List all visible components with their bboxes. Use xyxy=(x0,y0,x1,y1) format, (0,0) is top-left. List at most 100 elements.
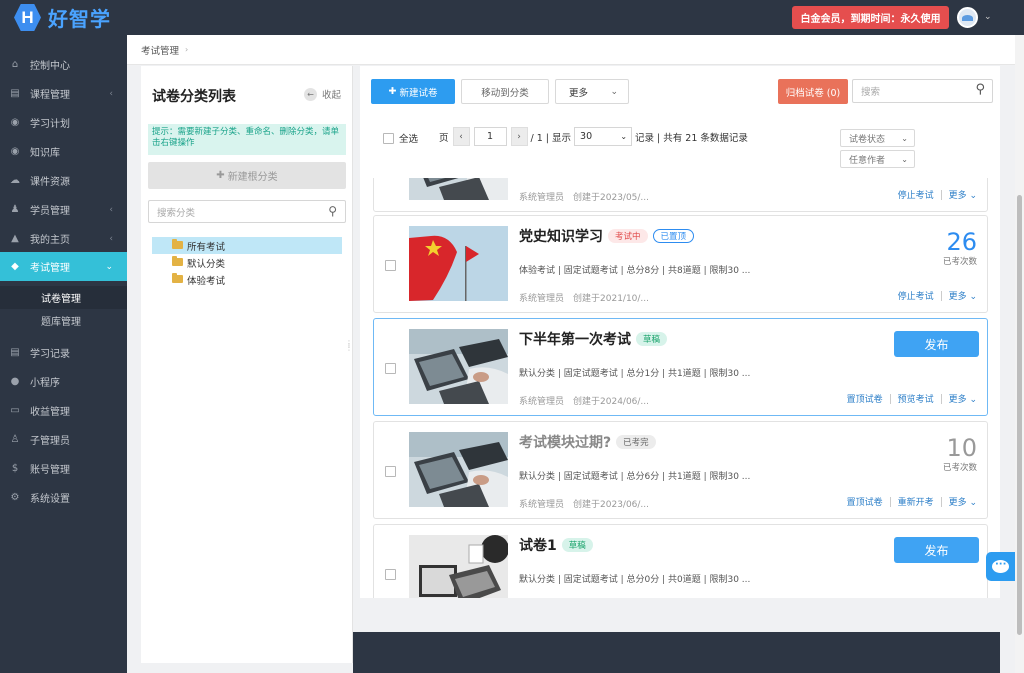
action-divider xyxy=(940,496,942,507)
sidebar-subitem-0[interactable]: 试卷管理 xyxy=(0,286,127,309)
exam-card-checkbox[interactable] xyxy=(385,569,396,580)
exam-action-link[interactable]: 预览考试 xyxy=(898,392,934,405)
exam-action-link[interactable]: 置顶试卷 xyxy=(847,495,883,508)
more-actions-link[interactable]: 更多 ⌄ xyxy=(949,289,977,302)
prev-page-button[interactable]: ‹ xyxy=(452,127,470,146)
exam-title[interactable]: 下半年第一次考试 xyxy=(519,329,631,349)
sidebar-item-6[interactable]: ▲ 我的主页 ‹ xyxy=(0,224,127,253)
exam-action-link[interactable]: 置顶试卷 xyxy=(847,392,883,405)
sidebar-item-13[interactable]: ⚙ 系统设置 xyxy=(0,483,127,512)
action-divider xyxy=(940,393,942,404)
exam-thumbnail[interactable] xyxy=(409,329,508,404)
sidebar-item-1[interactable]: ▤ 课程管理 ‹ xyxy=(0,79,127,108)
exam-thumbnail[interactable] xyxy=(409,432,508,507)
breadcrumb-current[interactable]: 考试管理 xyxy=(141,43,179,57)
exam-title[interactable]: 试卷1 xyxy=(519,535,557,555)
tree-node-default[interactable]: 默认分类 xyxy=(152,254,342,271)
new-root-category-label: 新建根分类 xyxy=(227,172,278,183)
exam-thumbnail[interactable] xyxy=(409,178,508,200)
chat-button[interactable] xyxy=(986,552,1015,581)
page-input[interactable]: 1 xyxy=(473,127,507,146)
select-all[interactable]: 全选 xyxy=(383,131,418,145)
breadcrumb: 考试管理 › xyxy=(127,35,1015,65)
sidebar-item-label: 子管理员 xyxy=(30,436,70,447)
exam-thumbnail[interactable] xyxy=(409,226,508,301)
exam-action-link[interactable]: 停止考试 xyxy=(898,188,934,201)
sidebar-item-2[interactable]: ◉ 学习计划 xyxy=(0,108,127,137)
avatar[interactable] xyxy=(957,7,978,28)
sidebar-item-11[interactable]: ♙ 子管理员 xyxy=(0,425,127,454)
sidebar-item-label: 考试管理 xyxy=(30,263,70,274)
sidebar-item-10[interactable]: ▭ 收益管理 xyxy=(0,396,127,425)
more-actions-link[interactable]: 更多 ⌄ xyxy=(949,188,977,201)
cloud-icon: ☁ xyxy=(10,175,20,186)
collapse-button[interactable]: ← 收起 xyxy=(304,87,341,101)
status-badge: 已考完 xyxy=(616,435,656,449)
logo-text: 好智学 xyxy=(48,7,111,31)
page-scrollbar[interactable] xyxy=(1015,35,1024,673)
sidebar-item-4[interactable]: ☁ 课件资源 xyxy=(0,166,127,195)
new-exam-button[interactable]: ✚ 新建试卷 xyxy=(371,79,455,104)
exam-title-row: 考试模块过期? 已考完 xyxy=(519,432,656,452)
exam-card[interactable]: 党史知识学习 考试中 已置顶 体验考试 | 固定试题考试 | 总分8分 | 共8道题 … xyxy=(373,215,988,313)
exam-status-select[interactable]: 试卷状态 ⌄ xyxy=(840,129,915,147)
exam-search-input[interactable]: 搜索 ⚲ xyxy=(852,79,993,103)
exam-title[interactable]: 党史知识学习 xyxy=(519,226,603,246)
sidebar-subitem-1[interactable]: 题库管理 xyxy=(0,309,127,332)
exam-card[interactable]: 试卷1 草稿 默认分类 | 固定试题考试 | 总分0分 | 共0道题 | 限制30 … xyxy=(373,524,988,598)
sidebar-item-9[interactable]: ● 小程序 xyxy=(0,367,127,396)
exam-card[interactable]: 系统管理员 创建于2023/05/... 停止考试 更多 ⌄ xyxy=(373,178,988,212)
exam-card[interactable]: 下半年第一次考试 草稿 默认分类 | 固定试题考试 | 总分1分 | 共1道题 | … xyxy=(373,318,988,416)
publish-button[interactable]: 发布 xyxy=(894,537,979,563)
sidebar-item-5[interactable]: ♟ 学员管理 ‹ xyxy=(0,195,127,224)
exam-attempt-count: 10 xyxy=(946,434,977,462)
exam-title[interactable]: 考试模块过期? xyxy=(519,432,611,452)
tree-node-trial[interactable]: 体验考试 xyxy=(152,271,342,288)
exam-thumbnail[interactable] xyxy=(409,535,508,598)
exam-action-link[interactable]: 停止考试 xyxy=(898,289,934,302)
chevron-down-icon[interactable]: ⌄ xyxy=(984,12,992,22)
user-lock-icon: ♙ xyxy=(10,434,20,445)
exam-attempt-count: 26 xyxy=(946,228,977,256)
more-dropdown[interactable]: 更多 ⌄ xyxy=(555,79,629,104)
member-badge[interactable]: 白金会员，到期时间：永久使用 xyxy=(792,6,949,29)
search-icon[interactable]: ⚲ xyxy=(328,204,337,218)
sidebar-item-0[interactable]: ⌂ 控制中心 xyxy=(0,50,127,79)
category-search-input[interactable]: 搜索分类 ⚲ xyxy=(148,200,346,223)
sidebar-item-3[interactable]: ◉ 知识库 xyxy=(0,137,127,166)
publish-button[interactable]: 发布 xyxy=(894,331,979,357)
select-all-checkbox[interactable] xyxy=(383,132,394,144)
exam-action-link[interactable]: 重新开考 xyxy=(898,495,934,508)
exam-toolbar: ✚ 新建试卷 移动到分类 更多 ⌄ 归档试卷 (0) 搜索 ⚲ xyxy=(360,66,1000,116)
panel-resize-handle[interactable]: ⋮ ⋮ xyxy=(345,340,353,352)
tree-node-label: 默认分类 xyxy=(187,258,226,270)
page-size-select[interactable]: 30 ⌄ xyxy=(574,127,633,146)
archived-exams-button[interactable]: 归档试卷 (0) xyxy=(778,79,848,104)
new-root-category-button[interactable]: ✚ 新建根分类 xyxy=(148,162,346,189)
exam-meta: 默认分类 | 固定试题考试 | 总分1分 | 共1道题 | 限制30 ... xyxy=(519,369,751,379)
exam-card-checkbox[interactable] xyxy=(385,260,396,271)
scrollbar-thumb[interactable] xyxy=(1017,195,1022,635)
exam-card[interactable]: 考试模块过期? 已考完默认分类 | 固定试题考试 | 总分6分 | 共1道题 | … xyxy=(373,421,988,519)
move-to-category-button[interactable]: 移动到分类 xyxy=(461,79,549,104)
exam-card-checkbox[interactable] xyxy=(385,466,396,477)
sidebar-item-7[interactable]: ◆ 考试管理 ⌄ xyxy=(0,252,127,281)
action-divider xyxy=(940,290,942,301)
sidebar-item-label: 知识库 xyxy=(30,148,60,159)
exam-card-checkbox[interactable] xyxy=(385,363,396,374)
exam-created: 创建于2023/05/... xyxy=(573,193,650,203)
exam-meta: 默认分类 | 固定试题考试 | 总分6分 | 共1道题 | 限制30 ... xyxy=(519,472,751,482)
sidebar-item-8[interactable]: ▤ 学习记录 xyxy=(0,338,127,367)
search-icon[interactable]: ⚲ xyxy=(975,82,985,97)
graduation-icon: ▲ xyxy=(11,233,19,244)
author-select[interactable]: 任意作者 ⌄ xyxy=(840,150,915,168)
more-actions-link[interactable]: 更多 ⌄ xyxy=(949,392,977,405)
sidebar-item-12[interactable]: $ 账号管理 xyxy=(0,454,127,483)
logo[interactable]: H 好智学 xyxy=(14,4,111,31)
tree-node-all-exams[interactable]: 所有考试 xyxy=(152,237,342,254)
logo-mark: H xyxy=(14,4,41,31)
exam-created: 创建于2021/10/... xyxy=(573,294,650,304)
more-actions-link[interactable]: 更多 ⌄ xyxy=(949,495,977,508)
plus-icon: ✚ xyxy=(216,170,225,181)
next-page-button[interactable]: › xyxy=(510,127,528,146)
